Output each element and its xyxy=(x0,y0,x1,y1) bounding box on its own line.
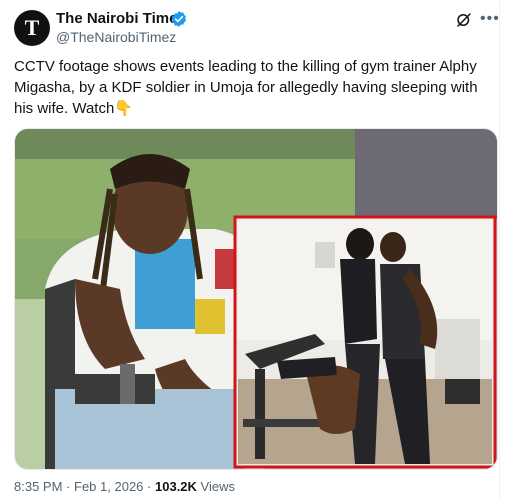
verified-badge-icon xyxy=(172,11,186,27)
views-count: 103.2K xyxy=(155,479,197,494)
tweet-card[interactable]: T The Nairobi Times @TheNairobiTimez •••… xyxy=(0,0,510,500)
media-image xyxy=(15,129,497,469)
tweet-text: CCTV footage shows events leading to the… xyxy=(14,56,496,119)
tweet-meta: 8:35 PM · Feb 1, 2026 · 103.2K Views xyxy=(14,479,235,494)
tweet-date[interactable]: Feb 1, 2026 xyxy=(74,479,143,494)
meta-separator-2: · xyxy=(147,479,152,494)
tweet-body: CCTV footage shows events leading to the… xyxy=(14,58,478,117)
tweet-time[interactable]: 8:35 PM xyxy=(14,479,62,494)
author-name[interactable]: The Nairobi Times xyxy=(56,10,186,27)
divider xyxy=(499,0,500,500)
avatar-letter: T xyxy=(24,15,40,40)
avatar[interactable]: T xyxy=(14,10,50,46)
views-label: Views xyxy=(200,479,235,494)
tweet-media[interactable] xyxy=(14,128,498,470)
grok-icon[interactable] xyxy=(455,11,473,29)
more-icon[interactable]: ••• xyxy=(480,10,500,28)
author-handle[interactable]: @TheNairobiTimez xyxy=(56,29,176,45)
meta-separator: · xyxy=(66,479,71,494)
pointing-down-emoji: 👇 xyxy=(114,100,133,117)
